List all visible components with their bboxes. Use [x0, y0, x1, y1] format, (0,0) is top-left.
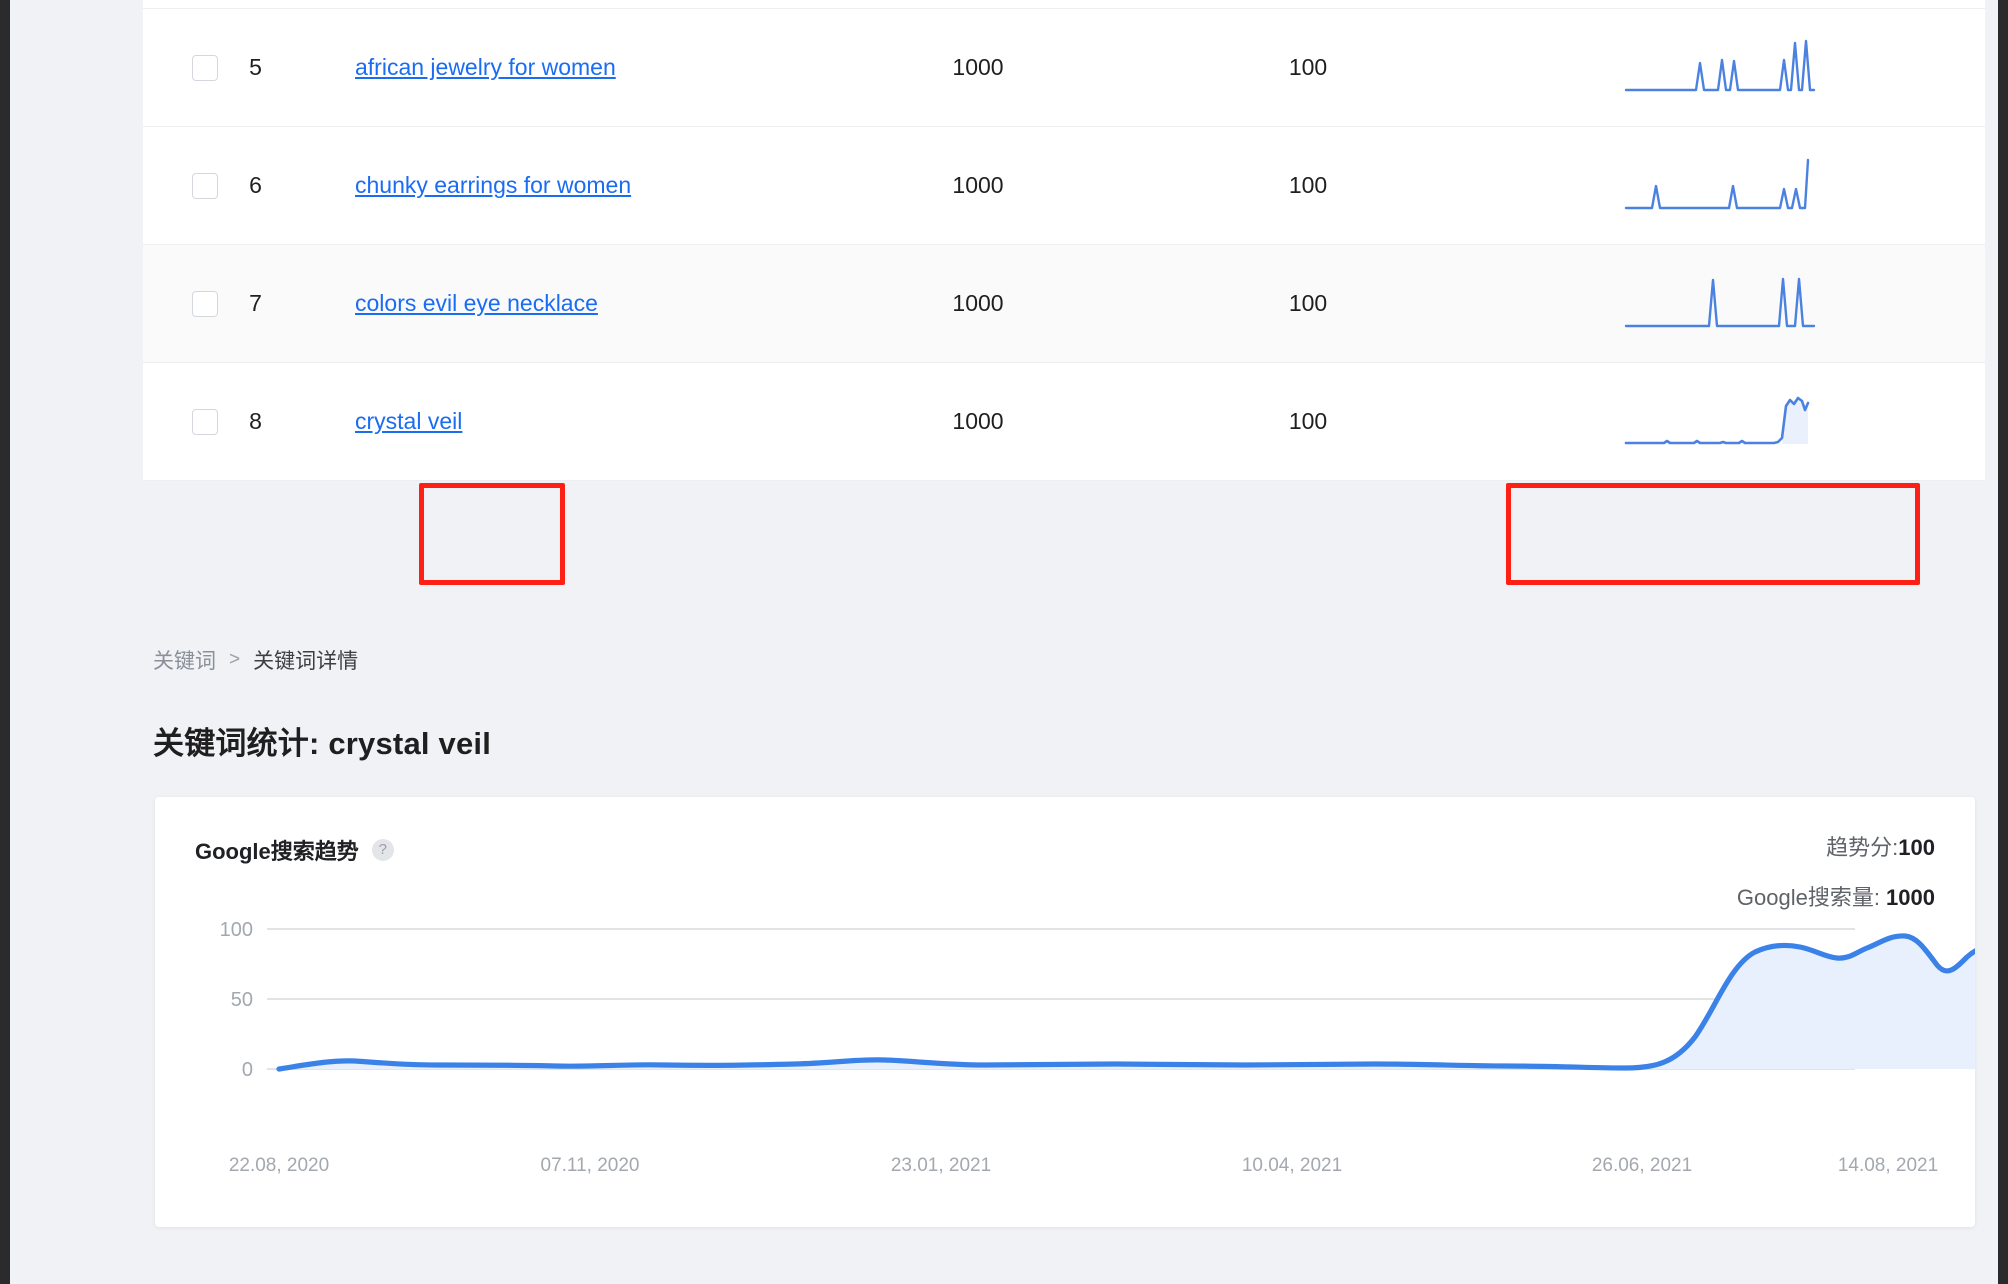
xtick-label: 14.08, 2021: [1838, 1155, 1938, 1177]
row-checkbox[interactable]: [192, 55, 218, 81]
row-sparkline-cell[interactable]: [1473, 392, 1985, 452]
xtick-label: 22.08, 2020: [229, 1155, 329, 1177]
chart-title: Google搜索趋势: [195, 834, 359, 866]
trend-plot[interactable]: 100 50 0: [155, 917, 1975, 1167]
search-volume-row: Google搜索量: 1000: [1737, 880, 1935, 912]
row-sparkline-cell[interactable]: [1473, 156, 1985, 216]
row-keyword-cell: colors evil eye necklace: [293, 290, 813, 317]
row-search-volume: 1000: [813, 54, 1143, 81]
sparkline-chart: [1624, 274, 1834, 334]
row-trend-score: 100: [1143, 290, 1473, 317]
row-select-cell: [143, 55, 218, 81]
table-row[interactable]: 7 colors evil eye necklace 1000 100: [143, 244, 1985, 362]
xtick-label: 23.01, 2021: [891, 1155, 991, 1177]
ytick-100: 100: [220, 919, 253, 941]
keyword-link[interactable]: crystal veil: [355, 408, 462, 434]
row-trend-score: 100: [1143, 172, 1473, 199]
trend-score-row: 趋势分:100: [1737, 830, 1935, 862]
page-title-keyword: crystal veil: [328, 726, 491, 761]
keyword-table: 4 air force color 9900 100 5 african jew…: [143, 0, 1985, 481]
keyword-link[interactable]: african jewelry for women: [355, 54, 616, 80]
trend-line-chart: 100 50 0: [155, 917, 1975, 1167]
row-sparkline-cell[interactable]: [1473, 274, 1985, 334]
row-rank: 5: [218, 54, 293, 81]
row-rank: 8: [218, 408, 293, 435]
table-row[interactable]: 4 air force color 9900 100: [143, 0, 1985, 8]
highlight-box-sparkline: [1506, 483, 1920, 585]
search-volume-value: 1000: [1886, 885, 1935, 910]
row-trend-score: 100: [1143, 408, 1473, 435]
row-search-volume: 1000: [813, 290, 1143, 317]
row-keyword-cell: african jewelry for women: [293, 54, 813, 81]
breadcrumb-separator-icon: >: [229, 649, 240, 671]
table-bottom-divider: [143, 480, 1985, 481]
table-row[interactable]: 6 chunky earrings for women 1000 100: [143, 126, 1985, 244]
row-checkbox[interactable]: [192, 173, 218, 199]
xtick-label: 10.04, 2021: [1242, 1155, 1342, 1177]
page-title: 关键词统计: crystal veil: [153, 718, 491, 763]
trend-score-label: 趋势分:: [1826, 835, 1898, 860]
row-checkbox[interactable]: [192, 409, 218, 435]
breadcrumb-root[interactable]: 关键词: [153, 645, 216, 675]
row-trend-score: 100: [1143, 54, 1473, 81]
keyword-link[interactable]: chunky earrings for women: [355, 172, 631, 198]
breadcrumb: 关键词 > 关键词详情: [153, 645, 358, 675]
row-rank: 7: [218, 290, 293, 317]
x-axis-labels: 22.08, 2020 07.11, 2020 23.01, 2021 10.0…: [155, 1155, 1975, 1181]
xtick-label: 07.11, 2020: [541, 1155, 640, 1177]
sparkline-chart: [1624, 38, 1834, 98]
table-row[interactable]: 8 crystal veil 1000 100: [143, 362, 1985, 480]
row-search-volume: 1000: [813, 408, 1143, 435]
keyword-link[interactable]: colors evil eye necklace: [355, 290, 598, 316]
table-row[interactable]: 5 african jewelry for women 1000 100: [143, 8, 1985, 126]
xtick-label: 26.06, 2021: [1592, 1155, 1692, 1177]
page-title-prefix: 关键词统计:: [153, 726, 328, 761]
row-keyword-cell: crystal veil: [293, 408, 813, 435]
help-icon[interactable]: ?: [372, 839, 394, 861]
highlight-box-keyword: [419, 483, 565, 585]
trend-area-fill: [279, 936, 1975, 1069]
row-rank: 6: [218, 172, 293, 199]
search-volume-label: Google搜索量:: [1737, 885, 1886, 910]
trend-score-value: 100: [1898, 835, 1935, 860]
row-select-cell: [143, 173, 218, 199]
breadcrumb-current: 关键词详情: [253, 645, 358, 675]
ytick-50: 50: [231, 989, 253, 1011]
row-sparkline-cell[interactable]: [1473, 38, 1985, 98]
chart-header-right: 趋势分:100 Google搜索量: 1000: [1737, 830, 1935, 912]
row-checkbox[interactable]: [192, 291, 218, 317]
sparkline-chart: [1624, 392, 1834, 452]
google-trends-card: Google搜索趋势 ? 趋势分:100 Google搜索量: 1000 100…: [155, 797, 1975, 1227]
page-viewport: 4 air force color 9900 100 5 african jew…: [10, 0, 1998, 1284]
row-search-volume: 1000: [813, 172, 1143, 199]
row-keyword-cell: chunky earrings for women: [293, 172, 813, 199]
ytick-0: 0: [242, 1059, 253, 1081]
chart-header-left: Google搜索趋势 ?: [195, 834, 394, 866]
row-select-cell: [143, 409, 218, 435]
sparkline-chart: [1624, 156, 1834, 216]
row-select-cell: [143, 291, 218, 317]
